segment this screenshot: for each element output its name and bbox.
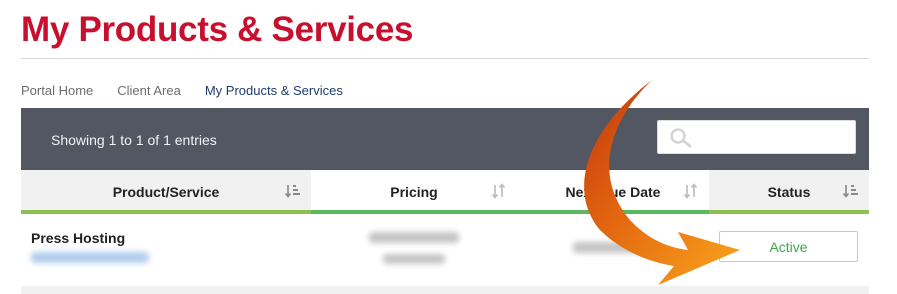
breadcrumb-client-area[interactable]: Client Area — [117, 83, 181, 98]
search-icon — [670, 128, 692, 148]
sort-amount-down-icon — [843, 185, 858, 198]
column-header-status[interactable]: Status — [709, 170, 869, 214]
domain-link-redacted[interactable] — [31, 252, 149, 263]
column-label-next-due-date: Next Due Date — [565, 184, 661, 200]
column-label-status: Status — [767, 184, 811, 200]
table-toolbar: Showing 1 to 1 of 1 entries — [21, 108, 869, 170]
sort-arrows-icon — [683, 183, 698, 199]
column-header-next-due-date[interactable]: Next Due Date — [517, 170, 709, 214]
table-footer-strip — [21, 286, 869, 294]
breadcrumb-portal-home[interactable]: Portal Home — [21, 83, 93, 98]
search-input[interactable] — [657, 120, 856, 154]
table-header-row: Product/Service Pricing Next Due Date St… — [21, 170, 869, 214]
status-badge[interactable]: Active — [719, 231, 858, 262]
breadcrumb-current: My Products & Services — [204, 83, 343, 98]
next-due-date-redacted — [573, 242, 651, 253]
pricing-amount-redacted — [369, 232, 459, 243]
table-row[interactable]: Press Hosting Active — [21, 214, 869, 286]
sort-amount-down-icon — [285, 185, 300, 198]
column-label-product: Product/Service — [112, 184, 220, 200]
column-header-pricing[interactable]: Pricing — [311, 170, 517, 214]
page-title: My Products & Services — [21, 10, 414, 49]
breadcrumb: Portal Home Client Area My Products & Se… — [21, 83, 367, 98]
entries-info: Showing 1 to 1 of 1 entries — [51, 132, 217, 148]
billing-cycle-redacted — [383, 254, 445, 264]
product-name: Press Hosting — [31, 230, 126, 246]
title-divider — [21, 58, 869, 59]
sort-arrows-icon — [491, 183, 506, 199]
column-label-pricing: Pricing — [390, 184, 438, 200]
column-header-product[interactable]: Product/Service — [21, 170, 311, 214]
